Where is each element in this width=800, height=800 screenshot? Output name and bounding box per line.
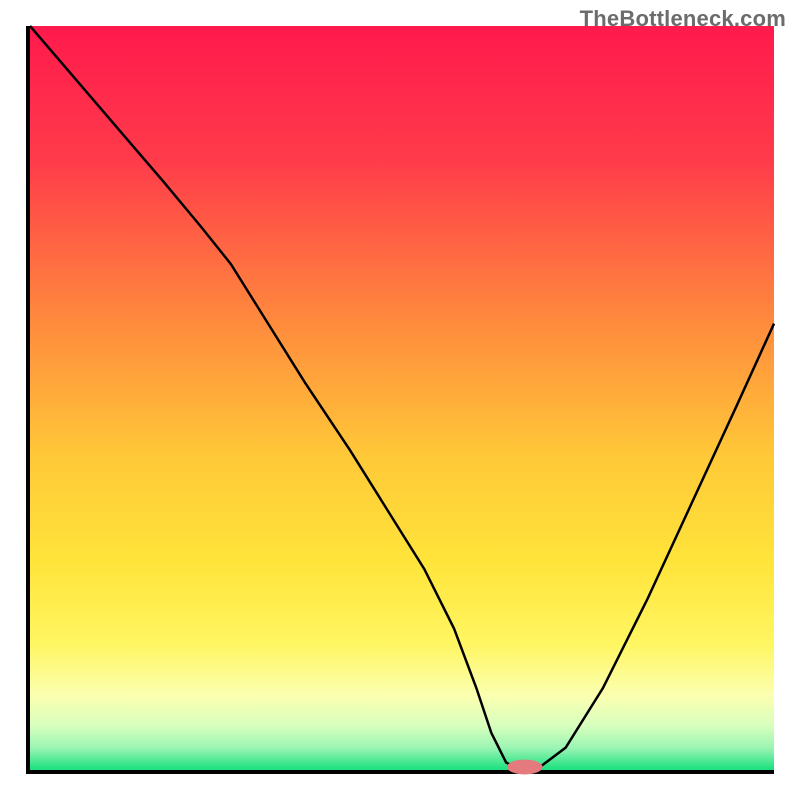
plot-area	[26, 26, 774, 774]
optimal-marker	[507, 760, 543, 775]
bottleneck-curve	[30, 26, 774, 770]
chart-container: TheBottleneck.com	[0, 0, 800, 800]
